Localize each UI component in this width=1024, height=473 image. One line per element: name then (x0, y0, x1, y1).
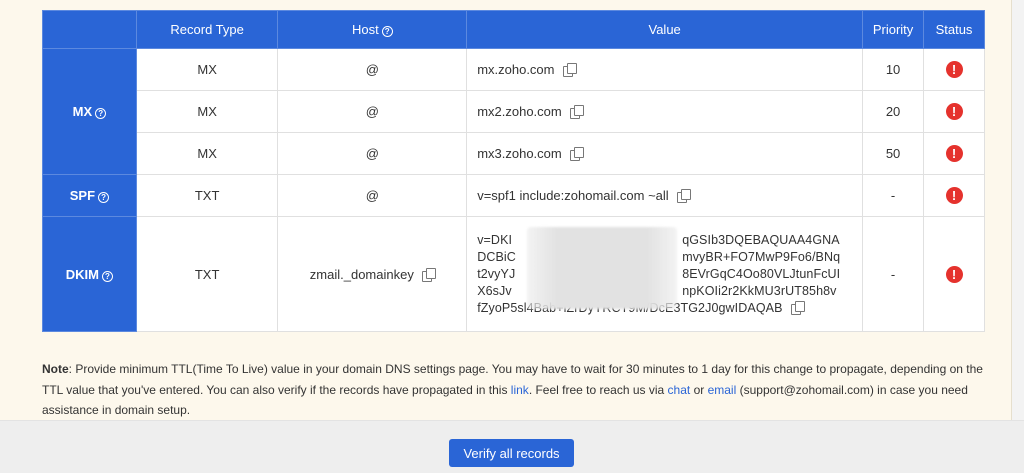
header-group (42, 10, 137, 49)
chat-link[interactable]: chat (668, 383, 691, 397)
group-dkim: DKIM? (42, 216, 137, 332)
record-type-cell: TXT (135, 216, 279, 332)
header-value: Value (466, 10, 864, 49)
error-status-icon[interactable]: ! (945, 61, 963, 78)
group-spf: SPF? (42, 174, 137, 217)
propagation-link[interactable]: link (511, 383, 529, 397)
copy-icon[interactable] (790, 300, 805, 315)
help-icon[interactable]: ? (95, 108, 107, 119)
header-priority: Priority (862, 10, 925, 49)
group-mx: MX? (42, 48, 137, 175)
table-row: DKIM? TXT zmail._domainkey v=DKI DCBiC t… (42, 216, 985, 332)
email-link[interactable]: email (708, 383, 737, 397)
record-type-cell: MX (135, 90, 279, 133)
status-cell: ! (923, 48, 985, 91)
header-host: Host? (277, 10, 468, 49)
error-status-icon[interactable]: ! (945, 187, 963, 204)
record-type-cell: TXT (135, 174, 279, 217)
host-cell: @ (277, 90, 468, 133)
copy-icon[interactable] (421, 267, 436, 282)
dns-records-panel: Record Type Host? Value Priority Status … (0, 0, 1012, 420)
header-status: Status (923, 10, 985, 49)
table-row: SPF? TXT @ v=spf1 include:zohomail.com ~… (42, 174, 985, 217)
footer-bar: Verify all records (0, 420, 1024, 473)
header-record-type: Record Type (135, 10, 279, 49)
error-status-icon[interactable]: ! (945, 103, 963, 120)
table-row: MX? MX @ mx.zoho.com 10 ! (42, 48, 985, 175)
record-type-cell: MX (135, 132, 279, 175)
copy-icon[interactable] (569, 147, 584, 161)
copy-icon[interactable] (569, 105, 584, 119)
verify-all-records-button[interactable]: Verify all records (449, 439, 574, 467)
ttl-note: Note: Provide minimum TTL(Time To Live) … (42, 362, 983, 417)
host-cell: @ (277, 48, 468, 91)
table-header-row: Record Type Host? Value Priority Status (42, 10, 985, 49)
scrollbar[interactable] (1012, 0, 1024, 420)
dns-records-table: Record Type Host? Value Priority Status … (42, 10, 985, 332)
table-row: MX @ mx2.zoho.com 20 ! (43, 90, 985, 133)
priority-cell: - (862, 216, 925, 332)
value-cell: mx.zoho.com (466, 48, 864, 91)
table-row: MX @ mx3.zoho.com 50 ! (43, 132, 985, 175)
record-type-cell: MX (135, 48, 279, 91)
host-cell: @ (277, 132, 468, 175)
value-cell: v=spf1 include:zohomail.com ~all (466, 174, 864, 217)
redaction-blur (527, 227, 677, 309)
error-status-icon[interactable]: ! (945, 265, 963, 283)
dkim-value-right: qGSIb3DQEBAQUAA4GNA mvyBR+FO7MwP9Fo6/BNq… (682, 232, 841, 298)
status-cell: ! (923, 216, 985, 332)
value-cell: mx3.zoho.com (466, 132, 864, 175)
error-status-icon[interactable]: ! (945, 145, 963, 162)
priority-cell: 10 (862, 48, 925, 91)
copy-icon[interactable] (676, 189, 691, 203)
priority-cell: - (862, 174, 925, 217)
value-cell: mx2.zoho.com (466, 90, 864, 133)
priority-cell: 20 (862, 90, 925, 133)
help-icon[interactable]: ? (381, 26, 393, 37)
host-cell: zmail._domainkey (277, 216, 468, 332)
status-cell: ! (923, 90, 985, 133)
copy-icon[interactable] (562, 63, 577, 77)
status-cell: ! (923, 132, 985, 175)
priority-cell: 50 (862, 132, 925, 175)
help-icon[interactable]: ? (98, 192, 110, 203)
help-icon[interactable]: ? (102, 270, 113, 282)
status-cell: ! (923, 174, 985, 217)
host-cell: @ (277, 174, 468, 217)
